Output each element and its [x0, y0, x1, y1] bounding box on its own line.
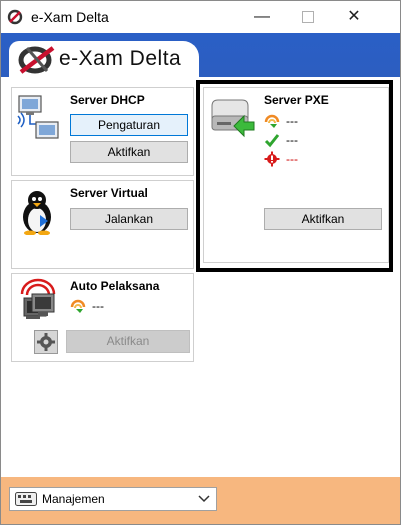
keyboard-icon — [15, 492, 37, 506]
sync-icon — [264, 114, 280, 128]
auto-status-text: --- — [92, 299, 104, 313]
virtual-panel: Server Virtual Jalankan — [11, 180, 194, 269]
mode-select[interactable]: Manajemen — [9, 487, 217, 511]
virtual-title: Server Virtual — [70, 186, 148, 200]
mode-select-value: Manajemen — [42, 492, 105, 506]
dhcp-panel: Server DHCP Pengaturan Aktifkan — [11, 87, 194, 176]
settings-gear-icon[interactable] — [34, 330, 58, 354]
chevron-down-icon — [198, 495, 210, 503]
auto-monitor-icon — [20, 278, 56, 319]
pxe-status-text-3: --- — [286, 152, 298, 166]
pxe-panel: Server PXE --- --- --- Aktifkan — [203, 87, 389, 263]
app-tab[interactable]: e-Xam Delta — [9, 41, 199, 77]
auto-activate-button[interactable]: Aktifkan — [66, 330, 190, 353]
pxe-status-row-3: --- — [264, 151, 298, 167]
close-button[interactable]: ✕ — [331, 1, 377, 33]
pxe-status-row-2: --- — [264, 132, 298, 148]
close-icon: ✕ — [347, 8, 361, 25]
dhcp-title: Server DHCP — [70, 93, 145, 107]
auto-title: Auto Pelaksana — [70, 279, 160, 293]
pxe-status-text-2: --- — [286, 133, 298, 147]
pxe-drive-icon — [211, 99, 255, 138]
pxe-title: Server PXE — [264, 93, 329, 107]
pxe-activate-button[interactable]: Aktifkan — [264, 208, 382, 230]
dhcp-settings-button[interactable]: Pengaturan — [70, 114, 188, 136]
footer-bar: Manajemen — [1, 477, 400, 524]
exam-logo-icon — [18, 46, 55, 74]
title-bar[interactable]: e-Xam Delta — ✕ — [1, 1, 400, 33]
linux-penguin-icon — [23, 191, 51, 235]
app-logo-icon — [7, 9, 23, 25]
virtual-run-button[interactable]: Jalankan — [70, 208, 188, 230]
maximize-icon — [302, 10, 314, 23]
dhcp-activate-button[interactable]: Aktifkan — [70, 141, 188, 163]
minimize-button[interactable]: — — [239, 1, 285, 33]
maximize-button[interactable] — [285, 1, 331, 33]
tab-title: e-Xam Delta — [59, 47, 182, 70]
sync-icon — [70, 299, 86, 313]
window-title: e-Xam Delta — [31, 9, 109, 25]
pxe-status-text-1: --- — [286, 114, 298, 128]
checkmark-icon — [264, 134, 280, 148]
app-window: e-Xam Delta — ✕ e-Xam Delta Server DHCP … — [0, 0, 401, 525]
header-bar: e-Xam Delta — [1, 33, 400, 77]
auto-status-row: --- — [70, 298, 104, 314]
minimize-icon: — — [254, 8, 270, 25]
network-computer-icon — [17, 95, 59, 139]
error-gear-icon — [264, 151, 280, 167]
pxe-status-row-1: --- — [264, 113, 298, 129]
main-content: Server DHCP Pengaturan Aktifkan Server V… — [3, 77, 398, 477]
auto-panel: Auto Pelaksana --- Aktifkan — [11, 273, 194, 362]
